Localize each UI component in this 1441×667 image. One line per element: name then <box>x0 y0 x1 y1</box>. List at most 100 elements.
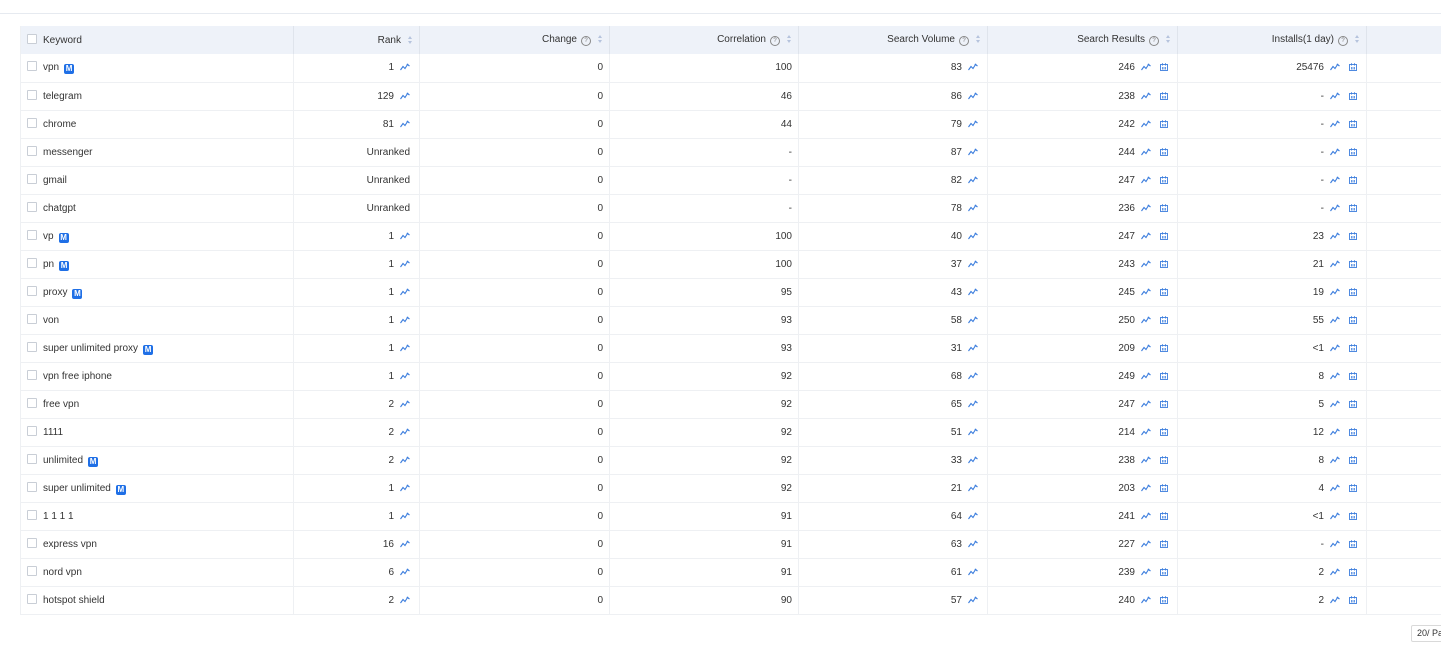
table-row[interactable]: 1 1 1 1 1 0 91 64 241 <1 <box>20 502 1441 530</box>
calendar-icon[interactable] <box>1349 147 1357 156</box>
trend-chart-icon[interactable] <box>968 372 978 380</box>
sort-icon[interactable] <box>407 35 413 45</box>
header-search-volume[interactable]: Search Volume? <box>798 26 988 54</box>
calendar-icon[interactable] <box>1160 315 1168 324</box>
header-rank[interactable]: Rank <box>293 26 420 54</box>
trend-chart-icon[interactable] <box>1141 568 1151 576</box>
calendar-icon[interactable] <box>1160 455 1168 464</box>
row-checkbox[interactable] <box>27 314 37 324</box>
trend-chart-icon[interactable] <box>968 176 978 184</box>
row-checkbox[interactable] <box>27 510 37 520</box>
trend-chart-icon[interactable] <box>968 232 978 240</box>
calendar-icon[interactable] <box>1349 539 1357 548</box>
trend-chart-icon[interactable] <box>1330 288 1340 296</box>
calendar-icon[interactable] <box>1160 287 1168 296</box>
table-row[interactable]: gmail Unranked 0 - 82 247 - <box>20 166 1441 194</box>
row-checkbox[interactable] <box>27 90 37 100</box>
row-checkbox[interactable] <box>27 257 37 268</box>
table-row[interactable]: 1111 2 0 92 51 214 12 <box>20 418 1441 446</box>
row-checkbox[interactable] <box>27 146 37 156</box>
trend-chart-icon[interactable] <box>968 120 978 128</box>
trend-chart-icon[interactable] <box>1330 484 1340 492</box>
trend-chart-icon[interactable] <box>968 92 978 100</box>
calendar-icon[interactable] <box>1160 483 1168 492</box>
calendar-icon[interactable] <box>1160 175 1168 184</box>
trend-chart-icon[interactable] <box>968 148 978 156</box>
calendar-icon[interactable] <box>1160 343 1168 352</box>
trend-chart-icon[interactable] <box>1141 148 1151 156</box>
row-checkbox[interactable] <box>27 481 37 492</box>
trend-chart-icon[interactable] <box>1141 260 1151 268</box>
trend-chart-icon[interactable] <box>1141 540 1151 548</box>
calendar-icon[interactable] <box>1349 231 1357 240</box>
row-checkbox[interactable] <box>27 174 37 184</box>
help-icon[interactable]: ? <box>959 36 969 46</box>
trend-chart-icon[interactable] <box>400 316 410 324</box>
calendar-icon[interactable] <box>1349 287 1357 296</box>
row-checkbox[interactable] <box>27 61 37 72</box>
trend-chart-icon[interactable] <box>968 260 978 268</box>
trend-chart-icon[interactable] <box>1141 596 1151 604</box>
trend-chart-icon[interactable] <box>968 484 978 492</box>
help-icon[interactable]: ? <box>770 36 780 46</box>
trend-chart-icon[interactable] <box>1330 148 1340 156</box>
trend-chart-icon[interactable] <box>1330 120 1340 128</box>
trend-chart-icon[interactable] <box>400 400 410 408</box>
table-row[interactable]: chrome 81 0 44 79 242 - <box>20 110 1441 138</box>
trend-chart-icon[interactable] <box>1141 484 1151 492</box>
trend-chart-icon[interactable] <box>968 316 978 324</box>
trend-chart-icon[interactable] <box>400 484 410 492</box>
trend-chart-icon[interactable] <box>1141 512 1151 520</box>
trend-chart-icon[interactable] <box>1141 92 1151 100</box>
row-checkbox[interactable] <box>27 118 37 128</box>
help-icon[interactable]: ? <box>1338 36 1348 46</box>
trend-chart-icon[interactable] <box>1330 512 1340 520</box>
sort-icon[interactable] <box>597 34 603 44</box>
calendar-icon[interactable] <box>1349 399 1357 408</box>
header-correlation[interactable]: Correlation? <box>609 26 799 54</box>
table-row[interactable]: vp M 1 0 100 40 247 23 <box>20 222 1441 250</box>
trend-chart-icon[interactable] <box>1330 400 1340 408</box>
calendar-icon[interactable] <box>1349 427 1357 436</box>
trend-chart-icon[interactable] <box>1330 260 1340 268</box>
sort-icon[interactable] <box>1165 34 1171 44</box>
header-search-results[interactable]: Search Results? <box>987 26 1178 54</box>
calendar-icon[interactable] <box>1349 371 1357 380</box>
trend-chart-icon[interactable] <box>968 204 978 212</box>
table-row[interactable]: vpn free iphone 1 0 92 68 249 8 <box>20 362 1441 390</box>
calendar-icon[interactable] <box>1160 231 1168 240</box>
sort-icon[interactable] <box>1354 34 1360 44</box>
trend-chart-icon[interactable] <box>968 400 978 408</box>
calendar-icon[interactable] <box>1160 203 1168 212</box>
table-row[interactable]: proxy M 1 0 95 43 245 19 <box>20 278 1441 306</box>
trend-chart-icon[interactable] <box>968 596 978 604</box>
row-checkbox[interactable] <box>27 202 37 212</box>
calendar-icon[interactable] <box>1160 63 1168 72</box>
trend-chart-icon[interactable] <box>400 568 410 576</box>
calendar-icon[interactable] <box>1160 119 1168 128</box>
trend-chart-icon[interactable] <box>1141 232 1151 240</box>
table-row[interactable]: telegram 129 0 46 86 238 - <box>20 82 1441 110</box>
row-checkbox[interactable] <box>27 285 37 296</box>
trend-chart-icon[interactable] <box>1330 176 1340 184</box>
trend-chart-icon[interactable] <box>400 260 410 268</box>
sort-icon[interactable] <box>786 34 792 44</box>
trend-chart-icon[interactable] <box>968 428 978 436</box>
calendar-icon[interactable] <box>1160 91 1168 100</box>
trend-chart-icon[interactable] <box>968 512 978 520</box>
table-row[interactable]: free vpn 2 0 92 65 247 5 <box>20 390 1441 418</box>
trend-chart-icon[interactable] <box>400 512 410 520</box>
calendar-icon[interactable] <box>1349 203 1357 212</box>
trend-chart-icon[interactable] <box>1330 456 1340 464</box>
trend-chart-icon[interactable] <box>1330 232 1340 240</box>
page-size-select[interactable]: 20/ Pa <box>1411 625 1441 642</box>
trend-chart-icon[interactable] <box>400 232 410 240</box>
calendar-icon[interactable] <box>1160 539 1168 548</box>
trend-chart-icon[interactable] <box>400 456 410 464</box>
trend-chart-icon[interactable] <box>1141 400 1151 408</box>
calendar-icon[interactable] <box>1349 595 1357 604</box>
help-icon[interactable]: ? <box>1149 36 1159 46</box>
trend-chart-icon[interactable] <box>968 540 978 548</box>
calendar-icon[interactable] <box>1160 567 1168 576</box>
row-checkbox[interactable] <box>27 229 37 240</box>
